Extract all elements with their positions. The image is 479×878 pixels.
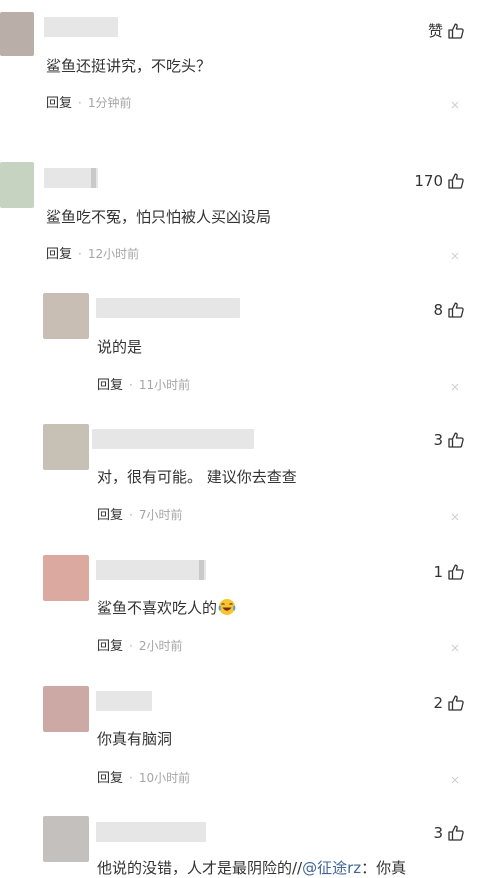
comment-meta: 回复 · 12小时前 <box>46 246 139 263</box>
close-icon[interactable] <box>451 776 459 784</box>
comment-text: 鲨鱼吃不冤，怕只怕被人买凶设局 <box>46 208 272 226</box>
timestamp: 10小时前 <box>138 771 191 785</box>
timestamp: 7小时前 <box>138 508 183 522</box>
comment-text-content: 鲨鱼不喜欢吃人的 <box>97 599 218 617</box>
close-icon[interactable] <box>451 383 459 391</box>
mention-link[interactable]: @征途rz <box>302 859 361 877</box>
like-count: 1 <box>433 563 443 581</box>
avatar[interactable] <box>43 816 89 862</box>
avatar[interactable] <box>0 12 34 56</box>
reply-button[interactable]: 回复 <box>46 96 72 111</box>
username-placeholder[interactable] <box>96 691 152 711</box>
laughing-crying-emoji-icon <box>218 599 236 615</box>
thumbs-up-icon <box>448 695 464 711</box>
close-icon[interactable] <box>451 252 459 260</box>
comment-text: 他说的没错，人才是最阴险的//@征途rz：你真 <box>97 858 406 878</box>
like-count: 3 <box>433 431 443 449</box>
like-count: 赞 <box>427 22 443 40</box>
like-button[interactable]: 1 <box>433 562 465 582</box>
close-icon[interactable] <box>451 101 459 109</box>
thumbs-up-icon <box>448 302 464 318</box>
like-button[interactable]: 170 <box>414 171 465 191</box>
avatar[interactable] <box>43 555 89 601</box>
reply-button[interactable]: 回复 <box>97 639 123 654</box>
comment-text-prefix: 他说的没错，人才是最阴险的// <box>97 859 303 877</box>
timestamp: 1分钟前 <box>87 96 132 110</box>
timestamp: 2小时前 <box>138 639 183 653</box>
username-placeholder[interactable] <box>96 560 206 580</box>
separator-dot: · <box>78 247 82 261</box>
comment-text: 说的是 <box>97 338 143 356</box>
avatar[interactable] <box>43 424 89 470</box>
like-count: 2 <box>433 694 443 712</box>
avatar[interactable] <box>43 293 89 339</box>
reply-button[interactable]: 回复 <box>97 771 123 786</box>
comment-text-suffix: ：你真 <box>361 859 407 877</box>
name-bar-mark <box>91 168 96 188</box>
separator-dot: · <box>129 508 133 522</box>
reply-button[interactable]: 回复 <box>97 378 123 393</box>
avatar[interactable] <box>0 162 34 208</box>
name-bar-mark <box>199 560 204 580</box>
comment-meta: 回复 · 11小时前 <box>97 377 190 394</box>
like-button[interactable]: 3 <box>433 823 465 843</box>
avatar[interactable] <box>43 686 89 732</box>
close-icon[interactable] <box>451 644 459 652</box>
comment-meta: 回复 · 7小时前 <box>97 507 182 524</box>
separator-dot: · <box>129 771 133 785</box>
username-placeholder[interactable] <box>96 822 206 842</box>
like-button[interactable]: 2 <box>433 693 465 713</box>
timestamp: 12小时前 <box>87 247 140 261</box>
close-icon[interactable] <box>451 513 459 521</box>
comment-text: 鲨鱼不喜欢吃人的 <box>97 598 236 618</box>
like-button[interactable]: 3 <box>433 430 465 450</box>
like-count: 3 <box>433 824 443 842</box>
comment-text: 你真有脑洞 <box>97 730 173 748</box>
reply-button[interactable]: 回复 <box>46 247 72 262</box>
username-placeholder[interactable] <box>44 17 118 37</box>
separator-dot: · <box>78 96 82 110</box>
like-button[interactable]: 8 <box>433 300 465 320</box>
thumbs-up-icon <box>448 432 464 448</box>
thumbs-up-icon <box>448 825 464 841</box>
thumbs-up-icon <box>448 173 464 189</box>
comment-meta: 回复 · 10小时前 <box>97 770 190 787</box>
username-placeholder[interactable] <box>92 429 254 449</box>
like-button[interactable]: 赞 <box>428 21 465 41</box>
username-placeholder[interactable] <box>44 168 98 188</box>
comment-text: 对，很有可能。 建议你去查查 <box>97 468 297 486</box>
timestamp: 11小时前 <box>138 378 191 392</box>
thumbs-up-icon <box>448 23 464 39</box>
like-count: 170 <box>414 172 443 190</box>
like-count: 8 <box>433 301 443 319</box>
username-placeholder[interactable] <box>96 298 240 318</box>
comment-text: 鲨鱼还挺讲究，不吃头？ <box>46 57 212 75</box>
comment-meta: 回复 · 2小时前 <box>97 638 182 655</box>
separator-dot: · <box>129 378 133 392</box>
reply-button[interactable]: 回复 <box>97 508 123 523</box>
comment-meta: 回复 · 1分钟前 <box>46 95 131 112</box>
thumbs-up-icon <box>448 564 464 580</box>
separator-dot: · <box>129 639 133 653</box>
